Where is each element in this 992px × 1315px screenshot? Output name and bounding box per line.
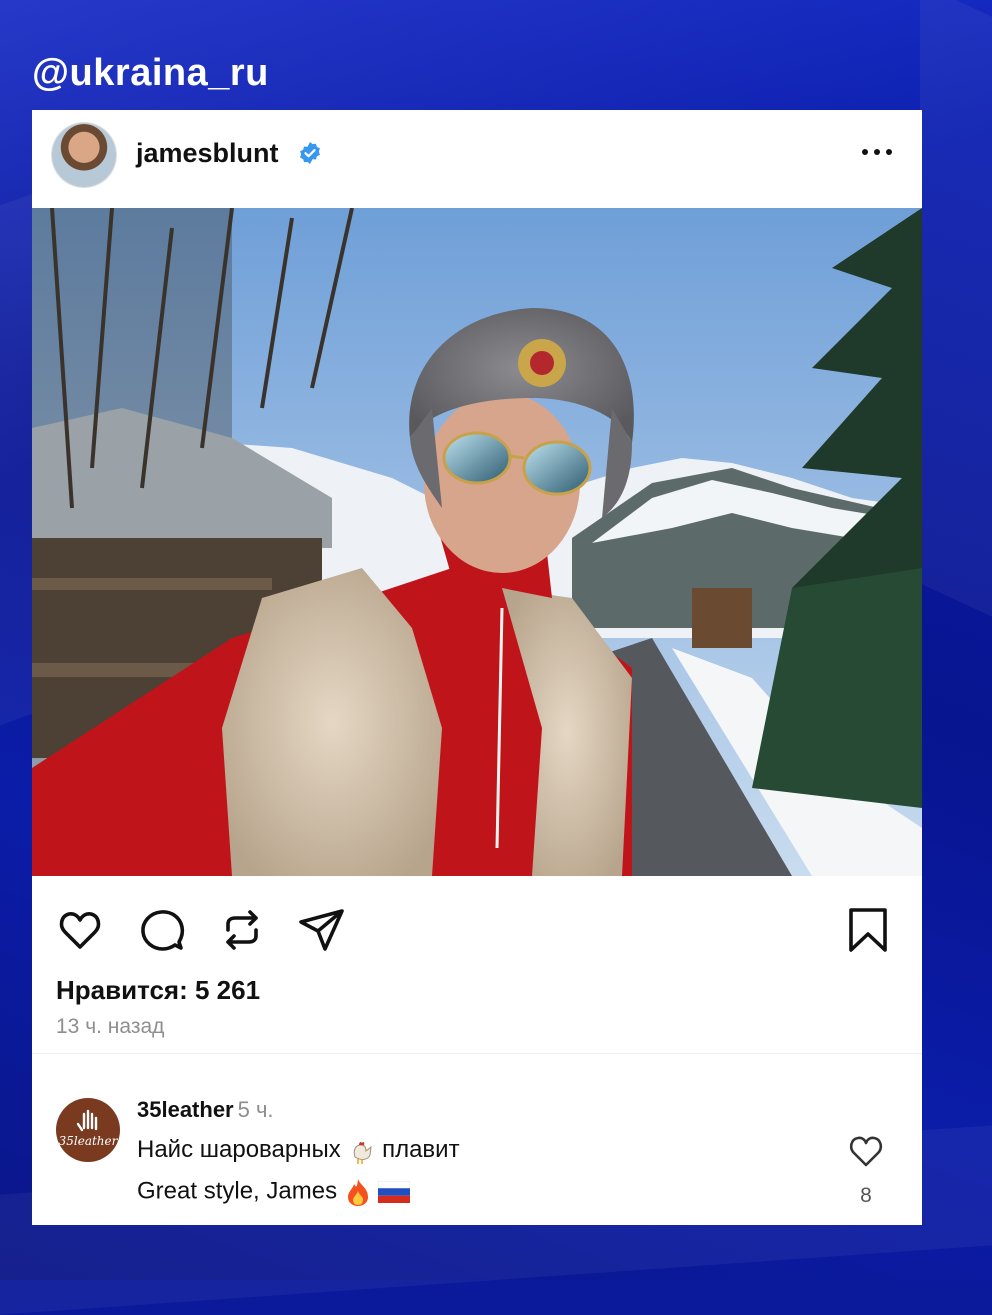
comment-header: 35leather 5 ч. xyxy=(137,1097,274,1123)
comment-avatar-text: 35leather xyxy=(58,1134,118,1148)
more-dots-icon[interactable] xyxy=(860,140,894,164)
comment-text-line-1: Найс шароварных плавит xyxy=(137,1136,460,1165)
comment-like-count: 8 xyxy=(860,1184,872,1207)
comment-username[interactable]: 35leather xyxy=(137,1097,234,1122)
comment-heart-icon[interactable] xyxy=(848,1134,884,1168)
comment-text-part: плавит xyxy=(382,1136,460,1163)
likes-count[interactable]: Нравится: 5 261 xyxy=(56,975,260,1006)
hand-print-icon xyxy=(76,1109,98,1132)
comment-text-line-2: Great style, James xyxy=(137,1177,411,1207)
post-time: 13 ч. назад xyxy=(56,1015,165,1038)
repost-icon[interactable] xyxy=(218,906,266,954)
russia-flag-emoji-icon xyxy=(378,1181,411,1203)
rooster-emoji-icon xyxy=(354,1141,373,1164)
share-icon[interactable] xyxy=(298,906,346,954)
username[interactable]: jamesblunt xyxy=(136,138,279,169)
comment-icon[interactable] xyxy=(138,906,186,954)
heart-icon[interactable] xyxy=(56,906,104,954)
post-header: jamesblunt xyxy=(32,110,922,208)
user-avatar[interactable] xyxy=(52,123,116,187)
comment-avatar[interactable]: 35leather xyxy=(56,1098,120,1162)
comment-text-part: Найс шароварных xyxy=(137,1136,341,1163)
comment-text-part: Great style, James xyxy=(137,1177,338,1205)
verified-badge-icon xyxy=(300,142,320,164)
post-actions-bar xyxy=(32,876,922,976)
post-photo[interactable] xyxy=(32,208,922,876)
background-shard xyxy=(920,0,992,617)
fire-emoji-icon xyxy=(347,1179,368,1206)
channel-handle: @ukraina_ru xyxy=(32,52,269,94)
comment-time: 5 ч. xyxy=(237,1097,274,1122)
divider xyxy=(32,1053,922,1054)
bookmark-icon[interactable] xyxy=(844,906,892,954)
instagram-post-card: jamesblunt Нравится: 5 261 13 ч. назад 3… xyxy=(32,110,922,1225)
